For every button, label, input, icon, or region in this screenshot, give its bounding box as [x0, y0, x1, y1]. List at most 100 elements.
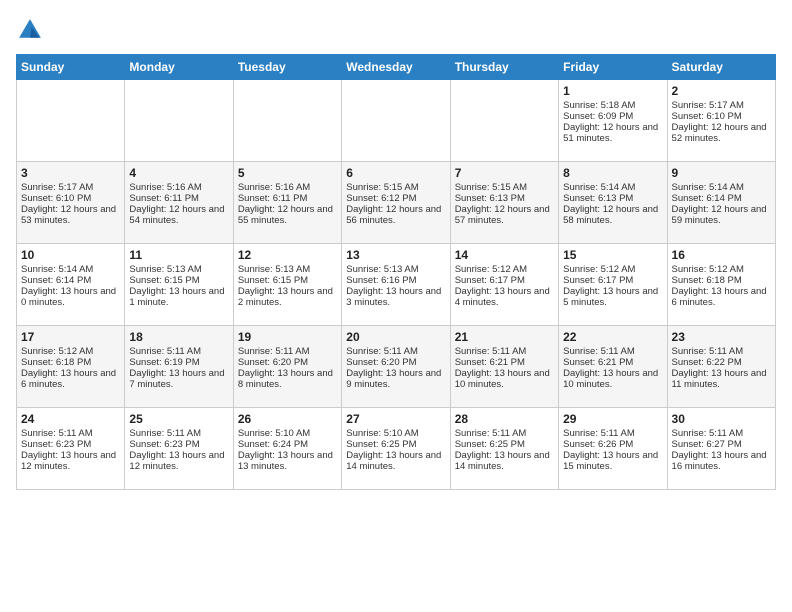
header-area — [16, 16, 776, 44]
calendar-cell: 21Sunrise: 5:11 AMSunset: 6:21 PMDayligh… — [450, 326, 558, 408]
calendar-cell — [17, 80, 125, 162]
calendar-cell: 16Sunrise: 5:12 AMSunset: 6:18 PMDayligh… — [667, 244, 775, 326]
cell-info: Sunrise: 5:12 AM — [672, 264, 771, 275]
day-number: 20 — [346, 330, 445, 344]
calendar-week-row: 17Sunrise: 5:12 AMSunset: 6:18 PMDayligh… — [17, 326, 776, 408]
cell-info: Sunset: 6:11 PM — [129, 193, 228, 204]
cell-info: Sunset: 6:14 PM — [672, 193, 771, 204]
day-number: 8 — [563, 166, 662, 180]
calendar-cell: 23Sunrise: 5:11 AMSunset: 6:22 PMDayligh… — [667, 326, 775, 408]
cell-info: Sunrise: 5:15 AM — [455, 182, 554, 193]
calendar-table: SundayMondayTuesdayWednesdayThursdayFrid… — [16, 54, 776, 490]
weekday-header: Friday — [559, 55, 667, 80]
calendar-cell: 26Sunrise: 5:10 AMSunset: 6:24 PMDayligh… — [233, 408, 341, 490]
calendar-cell: 28Sunrise: 5:11 AMSunset: 6:25 PMDayligh… — [450, 408, 558, 490]
cell-info: Sunrise: 5:11 AM — [455, 428, 554, 439]
cell-info: Sunrise: 5:11 AM — [563, 346, 662, 357]
calendar-cell: 27Sunrise: 5:10 AMSunset: 6:25 PMDayligh… — [342, 408, 450, 490]
cell-info: Daylight: 13 hours and 1 minute. — [129, 286, 228, 308]
calendar-cell: 24Sunrise: 5:11 AMSunset: 6:23 PMDayligh… — [17, 408, 125, 490]
cell-info: Daylight: 12 hours and 59 minutes. — [672, 204, 771, 226]
cell-info: Sunrise: 5:12 AM — [563, 264, 662, 275]
day-number: 2 — [672, 84, 771, 98]
cell-info: Sunset: 6:12 PM — [346, 193, 445, 204]
cell-info: Sunrise: 5:14 AM — [563, 182, 662, 193]
day-number: 1 — [563, 84, 662, 98]
cell-info: Daylight: 12 hours and 53 minutes. — [21, 204, 120, 226]
cell-info: Sunset: 6:19 PM — [129, 357, 228, 368]
cell-info: Sunset: 6:17 PM — [455, 275, 554, 286]
calendar-cell: 8Sunrise: 5:14 AMSunset: 6:13 PMDaylight… — [559, 162, 667, 244]
cell-info: Sunrise: 5:14 AM — [21, 264, 120, 275]
day-number: 23 — [672, 330, 771, 344]
day-number: 22 — [563, 330, 662, 344]
cell-info: Sunrise: 5:14 AM — [672, 182, 771, 193]
calendar-cell: 30Sunrise: 5:11 AMSunset: 6:27 PMDayligh… — [667, 408, 775, 490]
cell-info: Sunrise: 5:10 AM — [346, 428, 445, 439]
calendar-cell: 12Sunrise: 5:13 AMSunset: 6:15 PMDayligh… — [233, 244, 341, 326]
calendar-cell: 25Sunrise: 5:11 AMSunset: 6:23 PMDayligh… — [125, 408, 233, 490]
weekday-header: Tuesday — [233, 55, 341, 80]
day-number: 15 — [563, 248, 662, 262]
cell-info: Sunset: 6:15 PM — [129, 275, 228, 286]
cell-info: Daylight: 13 hours and 6 minutes. — [672, 286, 771, 308]
cell-info: Sunset: 6:27 PM — [672, 439, 771, 450]
cell-info: Sunrise: 5:15 AM — [346, 182, 445, 193]
cell-info: Sunset: 6:25 PM — [455, 439, 554, 450]
day-number: 13 — [346, 248, 445, 262]
calendar-cell: 9Sunrise: 5:14 AMSunset: 6:14 PMDaylight… — [667, 162, 775, 244]
day-number: 28 — [455, 412, 554, 426]
cell-info: Sunset: 6:17 PM — [563, 275, 662, 286]
cell-info: Sunrise: 5:18 AM — [563, 100, 662, 111]
calendar-cell: 7Sunrise: 5:15 AMSunset: 6:13 PMDaylight… — [450, 162, 558, 244]
cell-info: Daylight: 13 hours and 12 minutes. — [21, 450, 120, 472]
cell-info: Sunrise: 5:11 AM — [563, 428, 662, 439]
cell-info: Daylight: 13 hours and 2 minutes. — [238, 286, 337, 308]
cell-info: Sunrise: 5:12 AM — [455, 264, 554, 275]
cell-info: Sunrise: 5:11 AM — [455, 346, 554, 357]
cell-info: Daylight: 13 hours and 9 minutes. — [346, 368, 445, 390]
cell-info: Daylight: 13 hours and 14 minutes. — [346, 450, 445, 472]
cell-info: Sunset: 6:13 PM — [455, 193, 554, 204]
cell-info: Daylight: 12 hours and 56 minutes. — [346, 204, 445, 226]
cell-info: Sunset: 6:14 PM — [21, 275, 120, 286]
calendar-cell: 1 Sunrise: 5:18 AMSunset: 6:09 PMDaylight… — [559, 80, 667, 162]
day-number: 21 — [455, 330, 554, 344]
cell-info: Sunset: 6:09 PM — [563, 111, 662, 122]
calendar-cell: 13Sunrise: 5:13 AMSunset: 6:16 PMDayligh… — [342, 244, 450, 326]
day-number: 4 — [129, 166, 228, 180]
cell-info: Sunset: 6:11 PM — [238, 193, 337, 204]
cell-info: Daylight: 12 hours and 54 minutes. — [129, 204, 228, 226]
day-number: 26 — [238, 412, 337, 426]
cell-info: Sunrise: 5:12 AM — [21, 346, 120, 357]
weekday-header: Thursday — [450, 55, 558, 80]
cell-info: Daylight: 13 hours and 6 minutes. — [21, 368, 120, 390]
day-number: 6 — [346, 166, 445, 180]
page: SundayMondayTuesdayWednesdayThursdayFrid… — [0, 0, 792, 612]
cell-info: Sunset: 6:18 PM — [672, 275, 771, 286]
cell-info: Sunrise: 5:11 AM — [346, 346, 445, 357]
cell-info: Daylight: 12 hours and 51 minutes. — [563, 122, 662, 144]
calendar-cell: 18Sunrise: 5:11 AMSunset: 6:19 PMDayligh… — [125, 326, 233, 408]
cell-info: Daylight: 13 hours and 5 minutes. — [563, 286, 662, 308]
calendar-cell: 19Sunrise: 5:11 AMSunset: 6:20 PMDayligh… — [233, 326, 341, 408]
cell-info: Sunset: 6:26 PM — [563, 439, 662, 450]
logo-icon — [16, 16, 44, 44]
cell-info: Daylight: 12 hours and 52 minutes. — [672, 122, 771, 144]
weekday-header: Monday — [125, 55, 233, 80]
weekday-header: Sunday — [17, 55, 125, 80]
cell-info: Sunset: 6:18 PM — [21, 357, 120, 368]
day-number: 24 — [21, 412, 120, 426]
cell-info: Sunset: 6:21 PM — [455, 357, 554, 368]
calendar-week-row: 1Sunrise: 5:18 AMSunset: 6:09 PMDaylight… — [17, 80, 776, 162]
calendar-cell: 17Sunrise: 5:12 AMSunset: 6:18 PMDayligh… — [17, 326, 125, 408]
calendar-week-row: 10Sunrise: 5:14 AMSunset: 6:14 PMDayligh… — [17, 244, 776, 326]
cell-info: Daylight: 13 hours and 16 minutes. — [672, 450, 771, 472]
cell-info: Daylight: 13 hours and 3 minutes. — [346, 286, 445, 308]
cell-info: Sunset: 6:25 PM — [346, 439, 445, 450]
cell-info: Sunrise: 5:11 AM — [238, 346, 337, 357]
cell-info: Sunset: 6:20 PM — [346, 357, 445, 368]
day-number: 11 — [129, 248, 228, 262]
calendar-cell: 22Sunrise: 5:11 AMSunset: 6:21 PMDayligh… — [559, 326, 667, 408]
cell-info: Sunrise: 5:16 AM — [129, 182, 228, 193]
